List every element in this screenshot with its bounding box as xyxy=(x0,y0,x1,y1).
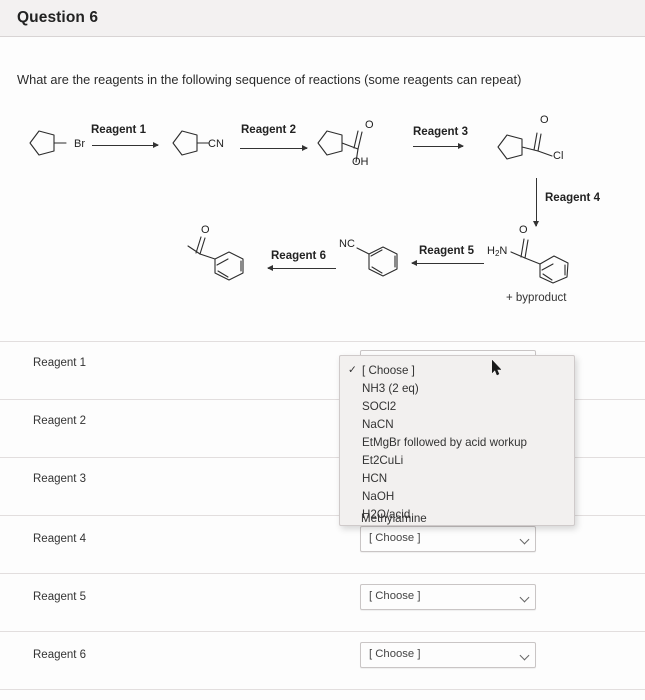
atom-label-h2n: H2N xyxy=(487,245,508,258)
chevron-down-icon xyxy=(521,594,528,601)
divider-5 xyxy=(0,631,645,632)
reaction-arrow-1 xyxy=(92,142,159,148)
dropdown-option-4[interactable]: EtMgBr followed by acid workup xyxy=(362,436,527,449)
answer-select-6[interactable]: [ Choose ] xyxy=(360,642,536,668)
reaction-scheme: Br Reagent 1 CN Reagent 2 O OH Reagent 3 xyxy=(0,100,645,340)
answer-select-4-value: [ Choose ] xyxy=(369,532,421,544)
dropdown-option-9[interactable]: Methylamine xyxy=(361,512,427,525)
chevron-down-icon xyxy=(521,652,528,659)
question-page: Question 6 What are the reagents in the … xyxy=(0,0,645,700)
scheme-label-reagent-3: Reagent 3 xyxy=(413,126,468,138)
dropdown-option-1[interactable]: NH3 (2 eq) xyxy=(362,382,419,395)
reagent-options-dropdown[interactable]: ✓ [ Choose ] NH3 (2 eq) SOCl2 NaCN EtMgB… xyxy=(339,355,575,526)
atom-label-nc: NC xyxy=(339,238,355,250)
scheme-label-reagent-6: Reagent 6 xyxy=(271,250,326,262)
scheme-label-reagent-4: Reagent 4 xyxy=(545,192,600,204)
selected-check-icon: ✓ xyxy=(348,364,357,376)
answer-row-label-5: Reagent 5 xyxy=(33,591,87,603)
dropdown-option-6[interactable]: HCN xyxy=(362,472,387,485)
answer-row-label-3: Reagent 3 xyxy=(33,473,87,485)
atom-label-br: Br xyxy=(74,138,85,150)
reaction-arrow-3 xyxy=(413,143,464,149)
atom-label-cn: CN xyxy=(208,138,224,150)
question-prompt: What are the reagents in the following s… xyxy=(17,72,522,87)
answer-select-5[interactable]: [ Choose ] xyxy=(360,584,536,610)
scheme-label-reagent-2: Reagent 2 xyxy=(241,124,296,136)
dropdown-option-0[interactable]: [ Choose ] xyxy=(362,364,415,377)
atom-label-o-amide: O xyxy=(519,224,528,236)
dropdown-option-7[interactable]: NaOH xyxy=(362,490,394,503)
answer-select-5-value: [ Choose ] xyxy=(369,590,421,602)
page-title: Question 6 xyxy=(17,9,99,26)
reaction-arrow-6 xyxy=(267,265,336,271)
dropdown-option-5[interactable]: Et2CuLi xyxy=(362,454,403,467)
reaction-arrow-5 xyxy=(411,260,484,266)
molecule-cyclopentyl-bromide xyxy=(29,130,67,156)
divider-top xyxy=(0,341,645,342)
dropdown-option-3[interactable]: NaCN xyxy=(362,418,394,431)
answer-row-label-2: Reagent 2 xyxy=(33,415,87,427)
dropdown-option-2[interactable]: SOCl2 xyxy=(362,400,396,413)
molecule-aryl-nitrile xyxy=(356,246,398,277)
divider-4 xyxy=(0,573,645,574)
byproduct-note: + byproduct xyxy=(506,292,567,304)
answer-select-4[interactable]: [ Choose ] xyxy=(360,526,536,552)
answer-row-label-6: Reagent 6 xyxy=(33,649,87,661)
answer-row-label-1: Reagent 1 xyxy=(33,357,87,369)
scheme-label-reagent-5: Reagent 5 xyxy=(419,245,474,257)
atom-label-oh: OH xyxy=(352,156,369,168)
atom-label-o-chloride: O xyxy=(540,114,549,126)
molecule-aryl-ketone xyxy=(187,236,244,281)
answer-select-6-value: [ Choose ] xyxy=(369,648,421,660)
molecule-amide xyxy=(510,238,569,284)
scheme-label-reagent-1: Reagent 1 xyxy=(91,124,146,136)
chevron-down-icon xyxy=(521,536,528,543)
atom-label-o-acid: O xyxy=(365,119,374,131)
answer-row-label-4: Reagent 4 xyxy=(33,533,87,545)
atom-label-o-ketone: O xyxy=(201,224,210,236)
reaction-arrow-4 xyxy=(533,178,539,227)
question-header: Question 6 xyxy=(0,0,645,37)
mouse-cursor xyxy=(492,360,502,376)
reaction-arrow-2 xyxy=(240,145,308,151)
atom-label-cl: Cl xyxy=(553,150,564,162)
divider-6 xyxy=(0,689,645,690)
